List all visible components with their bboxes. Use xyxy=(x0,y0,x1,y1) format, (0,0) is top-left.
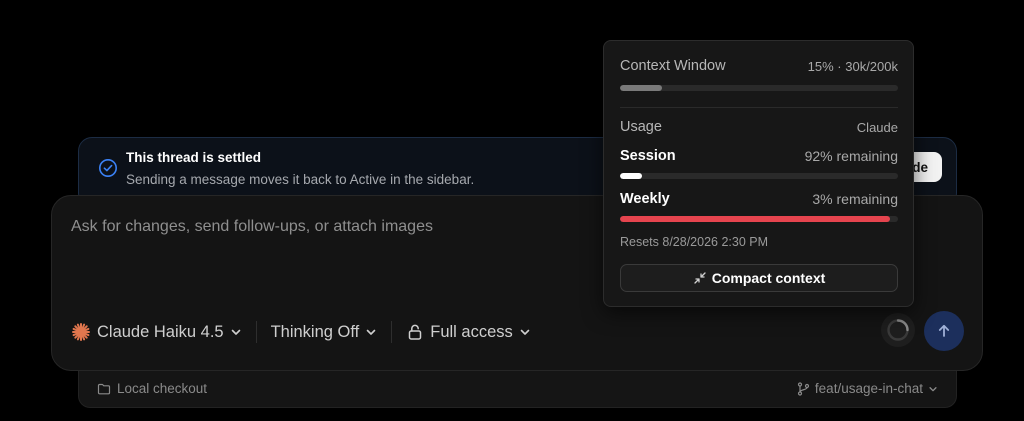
compact-context-label: Compact context xyxy=(711,270,826,286)
context-status-spinner[interactable] xyxy=(881,313,915,347)
arrow-up-icon xyxy=(938,324,950,337)
context-window-meta: 15% · 30k/200k xyxy=(807,58,898,74)
claude-sunburst-icon xyxy=(72,323,90,341)
compact-context-button[interactable]: Compact context xyxy=(620,264,898,292)
context-window-bar-fill xyxy=(620,85,662,91)
session-bar-fill xyxy=(620,173,643,179)
send-button[interactable] xyxy=(924,311,964,351)
session-row: Session 92% remaining xyxy=(620,148,898,164)
chevron-down-icon xyxy=(929,386,937,391)
folder-icon xyxy=(97,383,111,394)
weekly-label: Weekly xyxy=(620,191,670,207)
context-usage-popover: Context Window 15% · 30k/200k Usage Clau… xyxy=(603,40,914,307)
settled-subtitle: Sending a message moves it back to Activ… xyxy=(126,172,475,187)
local-checkout-label: Local checkout xyxy=(117,381,208,396)
chevron-down-icon xyxy=(520,329,530,335)
toolbar-divider xyxy=(391,321,393,343)
context-window-title: Context Window xyxy=(620,58,726,74)
lock-icon xyxy=(408,324,422,340)
weekly-meta: 3% remaining xyxy=(812,191,898,207)
weekly-bar xyxy=(620,216,898,222)
message-input[interactable]: Ask for changes, send follow-ups, or att… xyxy=(71,218,433,236)
usage-provider: Claude xyxy=(856,119,898,135)
weekly-bar-fill xyxy=(620,216,890,222)
branch-selector[interactable]: feat/usage-in-chat xyxy=(797,381,938,396)
context-window-bar xyxy=(620,85,898,91)
composer-footer: Local checkout feat/usage-in-chat xyxy=(78,371,957,408)
session-meta: 92% remaining xyxy=(804,148,898,164)
resets-text: Resets 8/28/2026 2:30 PM xyxy=(620,235,769,249)
app-stage: This thread is settled Sending a message… xyxy=(0,0,1024,421)
access-selector[interactable]: Full access xyxy=(406,314,531,350)
toolbar-divider xyxy=(255,321,257,343)
usage-title: Usage xyxy=(620,119,662,135)
minimize-arrows-icon xyxy=(694,272,706,284)
chevron-down-icon xyxy=(366,329,376,335)
context-window-row: Context Window 15% · 30k/200k xyxy=(620,58,898,74)
session-label: Session xyxy=(620,148,676,164)
settled-title: This thread is settled xyxy=(126,150,262,165)
access-label: Full access xyxy=(430,322,513,341)
model-selector[interactable]: Claude Haiku 4.5 xyxy=(71,314,242,350)
branch-label: feat/usage-in-chat xyxy=(814,381,923,396)
local-checkout-button[interactable]: Local checkout xyxy=(97,381,207,396)
check-circle-icon xyxy=(99,159,117,177)
session-bar xyxy=(620,173,898,179)
usage-row: Usage Claude xyxy=(620,119,898,135)
thinking-label: Thinking Off xyxy=(270,322,360,341)
thinking-selector[interactable]: Thinking Off xyxy=(271,314,378,350)
popover-divider xyxy=(620,107,898,108)
chevron-down-icon xyxy=(231,329,240,335)
weekly-row: Weekly 3% remaining xyxy=(620,191,898,207)
model-label: Claude Haiku 4.5 xyxy=(97,322,224,341)
composer-toolbar: Claude Haiku 4.5 Thinking Off Full acces… xyxy=(71,314,963,350)
spinner-icon xyxy=(887,319,909,341)
git-branch-icon xyxy=(797,381,810,396)
